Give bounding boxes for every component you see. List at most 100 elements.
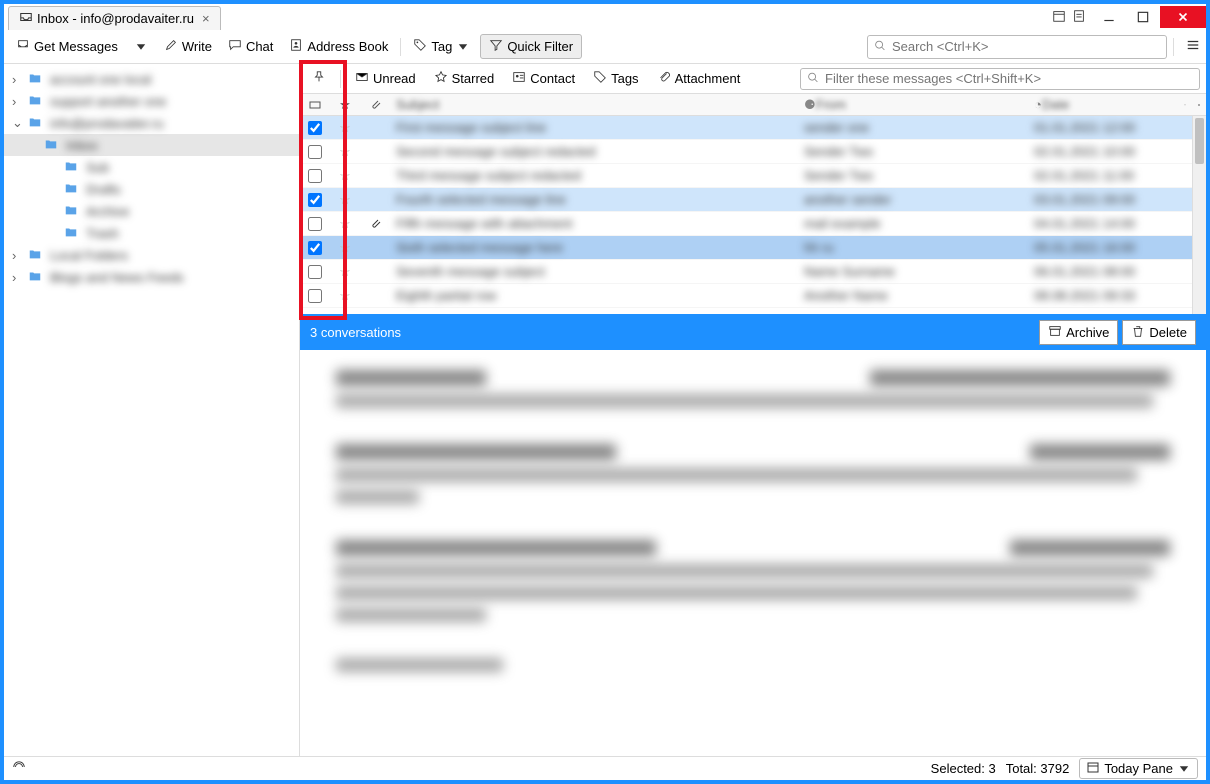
star-toggle[interactable]: ☆ <box>330 120 360 136</box>
filter-unread-button[interactable]: Unread <box>349 67 422 90</box>
select-checkbox[interactable] <box>308 121 322 135</box>
minimize-button[interactable] <box>1092 6 1126 28</box>
message-filter-input[interactable] <box>800 68 1200 90</box>
folder-item[interactable]: ⌄ info@prodavaiter.ru <box>4 112 299 134</box>
message-subject: Seventh message subject <box>396 264 545 279</box>
chevron-down-icon <box>1177 762 1191 776</box>
conversation-count: 3 conversations <box>310 325 401 340</box>
message-row[interactable]: ☆ Fifth message with attachment mail exa… <box>300 212 1206 236</box>
pencil-icon <box>164 38 178 55</box>
message-row[interactable]: ☆ Sixth selected message here hh ru 05.0… <box>300 236 1206 260</box>
star-toggle[interactable]: ☆ <box>330 168 360 184</box>
hamburger-menu-button[interactable] <box>1186 38 1200 55</box>
message-row[interactable]: ☆ Third message subject redacted Sender … <box>300 164 1206 188</box>
column-picker[interactable] <box>1178 98 1192 112</box>
message-row[interactable]: ☆ Second message subject redacted Sender… <box>300 140 1206 164</box>
tag-icon <box>593 70 607 87</box>
close-window-button[interactable] <box>1160 6 1206 28</box>
download-icon <box>16 38 30 55</box>
tag-button[interactable]: Tag <box>407 34 476 59</box>
select-checkbox[interactable] <box>308 289 322 303</box>
folder-item[interactable]: › support another one <box>4 90 299 112</box>
message-from: Name Surname <box>804 264 895 279</box>
star-toggle[interactable]: ☆ <box>330 216 360 232</box>
message-list-header: ★ Subject ⚈ From ◔ Date <box>300 94 1206 116</box>
star-toggle[interactable]: ☆ <box>330 240 360 256</box>
inbox-icon <box>19 10 33 27</box>
message-row[interactable]: ☆ Eighth partial row Another Name 08.08.… <box>300 284 1206 308</box>
folder-item[interactable]: › Blogs and News Feeds <box>4 266 299 288</box>
folder-item[interactable]: › Local Folders <box>4 244 299 266</box>
tab-title: Inbox - info@prodavaiter.ru <box>37 11 194 26</box>
star-toggle[interactable]: ☆ <box>330 264 360 280</box>
window-tab[interactable]: Inbox - info@prodavaiter.ru × <box>8 6 221 30</box>
select-checkbox[interactable] <box>308 145 322 159</box>
quick-filter-button[interactable]: Quick Filter <box>480 34 582 59</box>
select-column-header[interactable] <box>300 98 330 112</box>
folder-label: Drafts <box>86 182 121 197</box>
folder-icon <box>64 225 80 241</box>
select-checkbox[interactable] <box>308 193 322 207</box>
folder-item[interactable]: Sub <box>4 156 299 178</box>
folder-item[interactable]: Drafts <box>4 178 299 200</box>
message-row[interactable]: ☆ Fourth selected message line another s… <box>300 188 1206 212</box>
star-column-header[interactable]: ★ <box>330 97 360 113</box>
select-checkbox[interactable] <box>308 241 322 255</box>
address-book-button[interactable]: Address Book <box>283 34 394 59</box>
get-messages-dropdown[interactable] <box>128 36 154 58</box>
select-checkbox[interactable] <box>308 265 322 279</box>
folder-icon <box>64 181 80 197</box>
filter-pin-button[interactable] <box>306 67 332 90</box>
trash-icon <box>1131 324 1145 341</box>
get-messages-button[interactable]: Get Messages <box>10 34 124 59</box>
column-config[interactable] <box>1192 98 1206 112</box>
filter-starred-button[interactable]: Starred <box>428 67 501 90</box>
connection-icon[interactable] <box>12 760 26 777</box>
date-column-header[interactable]: ◔ Date <box>1028 97 1178 112</box>
chat-button[interactable]: Chat <box>222 34 279 59</box>
main-pane: Unread Starred Contact Tags Attachment <box>300 64 1206 756</box>
unread-icon <box>355 70 369 87</box>
filter-tags-button[interactable]: Tags <box>587 67 644 90</box>
calendar-icon[interactable] <box>1052 9 1066 26</box>
folder-item[interactable]: › account one local <box>4 68 299 90</box>
filter-contact-button[interactable]: Contact <box>506 67 581 90</box>
global-search <box>867 35 1167 59</box>
folder-item[interactable]: Trash <box>4 222 299 244</box>
select-checkbox[interactable] <box>308 169 322 183</box>
search-icon <box>806 70 820 87</box>
attachment-column-header[interactable] <box>360 98 390 112</box>
quick-filter-bar: Unread Starred Contact Tags Attachment <box>300 64 1206 94</box>
archive-button[interactable]: Archive <box>1039 320 1118 345</box>
global-search-input[interactable] <box>867 35 1167 59</box>
from-column-header[interactable]: ⚈ From <box>798 97 1028 113</box>
chevron-icon: › <box>12 72 22 87</box>
tasks-icon[interactable] <box>1072 9 1086 26</box>
folder-label: Archive <box>86 204 129 219</box>
folder-icon <box>64 203 80 219</box>
star-toggle[interactable]: ☆ <box>330 192 360 208</box>
star-toggle[interactable]: ☆ <box>330 144 360 160</box>
write-button[interactable]: Write <box>158 34 218 59</box>
star-icon <box>434 70 448 87</box>
folder-icon <box>28 247 44 263</box>
filter-attachment-button[interactable]: Attachment <box>651 67 747 90</box>
subject-column-header[interactable]: Subject <box>390 97 798 112</box>
delete-button[interactable]: Delete <box>1122 320 1196 345</box>
message-subject: Second message subject redacted <box>396 144 595 159</box>
message-date: 04.01.2021 14:00 <box>1034 216 1135 231</box>
message-date: 01.01.2021 12:00 <box>1034 120 1135 135</box>
message-row[interactable]: ☆ Seventh message subject Name Surname 0… <box>300 260 1206 284</box>
maximize-button[interactable] <box>1126 6 1160 28</box>
star-toggle[interactable]: ☆ <box>330 288 360 304</box>
message-row[interactable]: ☆ First message subject line sender one … <box>300 116 1206 140</box>
today-pane-button[interactable]: Today Pane <box>1079 758 1198 779</box>
folder-icon <box>28 93 44 109</box>
message-list-scrollbar[interactable] <box>1192 116 1206 314</box>
folder-item[interactable]: Inbox <box>4 134 299 156</box>
select-checkbox[interactable] <box>308 217 322 231</box>
folder-item[interactable]: Archive <box>4 200 299 222</box>
folder-icon <box>28 115 44 131</box>
close-tab-icon[interactable]: × <box>202 11 210 26</box>
folder-label: account one local <box>50 72 151 87</box>
